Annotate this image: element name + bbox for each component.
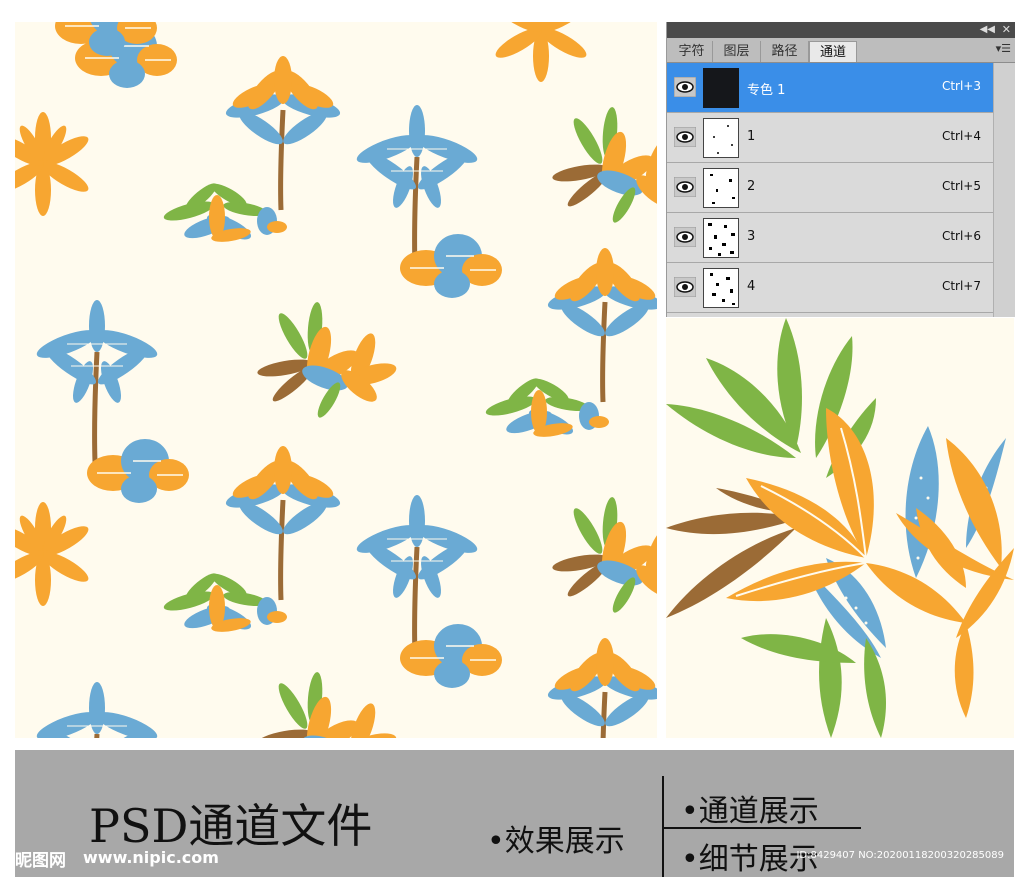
detail-preview (666, 318, 1014, 738)
channel-name: 4 (747, 279, 756, 294)
bullet-effect: •效果展示 (487, 824, 625, 859)
panel-menu-icon[interactable]: ▾☰ (996, 42, 1011, 55)
panel-title-bar: ◀◀ ✕ (667, 22, 1015, 38)
tab-paths[interactable]: 路径 (761, 41, 809, 62)
channel-thumbnail (703, 168, 739, 208)
double-chevron-icon[interactable]: ◀◀ (980, 24, 995, 36)
eye-icon[interactable] (674, 77, 696, 97)
panel-scrollbar[interactable] (993, 63, 1015, 317)
watermark-logo: 昵图网 (15, 851, 66, 871)
channel-thumbnail (703, 218, 739, 258)
tab-channels[interactable]: 通道 (809, 41, 857, 62)
channel-thumbnail (703, 68, 739, 108)
channel-shortcut: Ctrl+4 (941, 129, 981, 143)
channel-name: 2 (747, 179, 756, 194)
eye-icon[interactable] (674, 277, 696, 297)
channels-panel: ◀◀ ✕ 字符 图层 路径 通道 ▾☰ 专色 1 Ctrl+3 1 Ctrl+4… (666, 22, 1015, 317)
eye-icon[interactable] (674, 177, 696, 197)
channel-row-2[interactable]: 2 Ctrl+5 (667, 163, 993, 213)
banner-title: PSD通道文件 (89, 799, 373, 853)
channel-shortcut: Ctrl+6 (941, 229, 981, 243)
channel-shortcut: Ctrl+7 (941, 279, 981, 293)
close-icon[interactable]: ✕ (1002, 23, 1011, 36)
channel-list: 专色 1 Ctrl+3 1 Ctrl+4 2 Ctrl+5 3 Ctrl+6 4… (667, 63, 1015, 313)
tab-layers[interactable]: 图层 (713, 41, 761, 62)
watermark-id: ID:8429407 NO:20200118200320285089 (796, 850, 1004, 861)
channel-row-1[interactable]: 1 Ctrl+4 (667, 113, 993, 163)
channel-row-3[interactable]: 3 Ctrl+6 (667, 213, 993, 263)
channel-name: 专色 1 (747, 83, 786, 98)
channel-row-spot-1[interactable]: 专色 1 Ctrl+3 (667, 63, 993, 113)
channel-name: 1 (747, 129, 756, 144)
eye-icon[interactable] (674, 127, 696, 147)
channel-shortcut: Ctrl+3 (941, 79, 981, 93)
tab-character[interactable]: 字符 (671, 41, 713, 62)
panel-tabs: 字符 图层 路径 通道 ▾☰ (667, 38, 1015, 63)
channel-thumbnail (703, 268, 739, 308)
bullet-channel: •通道展示 (681, 794, 819, 829)
info-banner: PSD通道文件 •效果展示 •通道展示 •细节展示 昵图网 www.nipic.… (15, 750, 1014, 877)
pattern-preview (15, 22, 657, 738)
channel-shortcut: Ctrl+5 (941, 179, 981, 193)
eye-icon[interactable] (674, 227, 696, 247)
channel-name: 3 (747, 229, 756, 244)
channel-thumbnail (703, 118, 739, 158)
watermark-site: www.nipic.com (83, 848, 219, 867)
channel-row-4[interactable]: 4 Ctrl+7 (667, 263, 993, 313)
